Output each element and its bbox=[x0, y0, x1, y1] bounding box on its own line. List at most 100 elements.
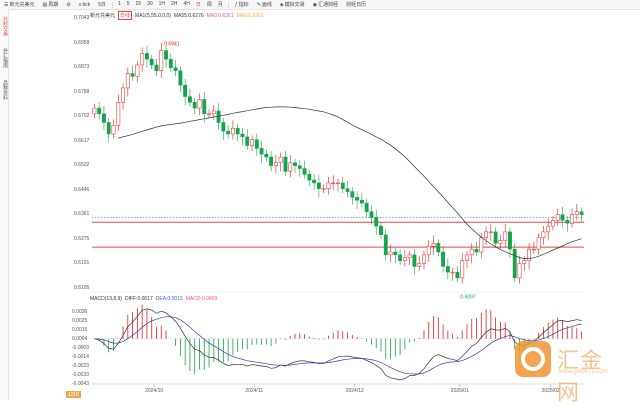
candle-body bbox=[455, 271, 460, 279]
candle-body bbox=[130, 73, 135, 77]
candle-body bbox=[264, 153, 269, 158]
candle-body bbox=[245, 136, 250, 146]
period-tab-1[interactable]: 1 bbox=[115, 1, 124, 8]
y-tick-label: 0.6446 bbox=[74, 186, 90, 193]
indicator-icon: ƒ bbox=[234, 1, 238, 8]
candle-body bbox=[522, 260, 527, 264]
period-tab-week[interactable]: 周 bbox=[204, 1, 215, 8]
candle-body bbox=[402, 257, 407, 261]
candle-body bbox=[111, 125, 116, 135]
brand-watermark: 汇金网 www.gold678.com bbox=[515, 341, 615, 406]
candle-body bbox=[551, 220, 555, 227]
candle-body bbox=[336, 182, 340, 184]
legend-title: 新元兑美元 bbox=[90, 13, 116, 19]
macd-legend-dea: DEA:0.0013 bbox=[155, 296, 183, 302]
sidebar-tab-info[interactable]: 品种资料 bbox=[0, 76, 8, 104]
chart-type-button[interactable]: ▤ 周期 bbox=[39, 1, 63, 9]
macd-y-tick-label: -0.0033 bbox=[72, 372, 89, 378]
candle-body bbox=[288, 162, 293, 172]
candle-body bbox=[527, 248, 531, 261]
trade-icon: ◈ bbox=[279, 1, 284, 8]
y-tick-label: 0.7043 bbox=[74, 15, 90, 21]
left-sidebar: 分时交易 外汇指南 品种资料 bbox=[0, 9, 9, 400]
symbol-selector[interactable]: ☰ 新元兑美元 bbox=[0, 1, 39, 9]
indicator-button[interactable]: ƒ 指标 bbox=[231, 1, 253, 9]
draw-line-button[interactable]: ✎ 画线 bbox=[253, 1, 276, 9]
candle-body bbox=[445, 266, 450, 273]
candle-body bbox=[202, 99, 207, 115]
menu-icon: ☰ bbox=[4, 1, 9, 8]
candle-body bbox=[216, 110, 221, 123]
candle-body bbox=[135, 64, 140, 77]
y-tick-label: 0.6958 bbox=[74, 39, 90, 46]
five-day-button[interactable]: 5日 bbox=[94, 1, 110, 8]
candle-body bbox=[555, 214, 560, 221]
news-icon: ◉ bbox=[312, 1, 318, 8]
candle-body bbox=[326, 182, 331, 189]
period-tab-2h[interactable]: 2H bbox=[168, 1, 180, 8]
candle-body bbox=[388, 251, 393, 256]
y-tick-label: 0.6361 bbox=[74, 211, 90, 218]
symbol-label: 新元兑美元 bbox=[9, 2, 35, 8]
candle-body bbox=[412, 254, 417, 267]
candle-body bbox=[125, 73, 130, 89]
candle-body bbox=[398, 254, 403, 261]
period-tab-day[interactable]: 日 bbox=[193, 1, 204, 8]
candle-body bbox=[307, 174, 312, 181]
five-day-label: 5日 bbox=[98, 2, 106, 8]
period-tab-5[interactable]: 5 bbox=[124, 1, 133, 8]
simulated-trading-button[interactable]: ◈ 模拟交易 bbox=[276, 1, 309, 9]
period-footer-badge[interactable]: 1日K bbox=[66, 391, 82, 398]
macd-y-tick-label: 0.0015 bbox=[72, 327, 88, 333]
y-tick-label: 0.6617 bbox=[74, 137, 90, 144]
candle-body bbox=[302, 168, 307, 175]
period-tab-30[interactable]: 30 bbox=[144, 1, 156, 8]
calendar-button[interactable]: 财经日历 bbox=[342, 1, 370, 8]
candle-body bbox=[364, 202, 369, 212]
candle-body bbox=[316, 182, 321, 189]
logo-c-icon bbox=[521, 347, 545, 371]
candle-body bbox=[192, 102, 197, 109]
period-tab-15[interactable]: 15 bbox=[133, 1, 145, 8]
logo-icon bbox=[515, 341, 551, 377]
gear-icon: ⚙ bbox=[66, 1, 71, 8]
x-tick-label: 2024/12 bbox=[345, 388, 364, 394]
sidebar-tab-guide[interactable]: 外汇指南 bbox=[0, 44, 8, 72]
period-tab-4h[interactable]: 4H bbox=[180, 1, 192, 8]
chart-type-icon: ▤ bbox=[42, 1, 48, 8]
macd-y-tick-label: -0.0014 bbox=[72, 354, 89, 360]
candle-body bbox=[579, 211, 584, 215]
simulated-trading-label: 模拟交易 bbox=[284, 2, 305, 8]
period-tab-month[interactable]: 月 bbox=[215, 1, 226, 8]
candle-body bbox=[240, 133, 245, 138]
candle-body bbox=[355, 197, 360, 201]
tick-button[interactable]: ≡ tick bbox=[75, 2, 94, 8]
candle-body bbox=[102, 113, 106, 123]
candle-body bbox=[436, 243, 441, 253]
huitong-news-button[interactable]: ◉ 汇通财经 bbox=[309, 1, 342, 9]
main-legend: 新元兑美元 日线 MA1(5,55,0,0,0) MA55:0.6276 MA0… bbox=[90, 11, 264, 20]
candle-body bbox=[422, 254, 426, 264]
sidebar-tab-intraday[interactable]: 分时交易 bbox=[0, 12, 8, 40]
indicator-label: 指标 bbox=[238, 2, 249, 8]
candle-body bbox=[154, 64, 159, 71]
toolbar-divider bbox=[111, 1, 113, 8]
candle-body bbox=[359, 199, 364, 204]
period-tabs: 1 5 15 30 1H 2H 4H 日 周 月 bbox=[115, 1, 226, 8]
candle-body bbox=[479, 237, 484, 253]
price-annotation: 0.6097 bbox=[460, 294, 476, 300]
settings-button[interactable]: ⚙ bbox=[62, 2, 74, 8]
candle-body bbox=[188, 96, 192, 103]
macd-y-tick-label: -0.0043 bbox=[72, 381, 89, 387]
candle-body bbox=[441, 251, 446, 267]
candle-body bbox=[536, 237, 541, 250]
period-tab-1h[interactable]: 1H bbox=[156, 1, 168, 8]
macd-diff-line bbox=[94, 308, 582, 381]
candle-body bbox=[140, 53, 145, 66]
y-tick-label: 0.6191 bbox=[74, 260, 90, 267]
macd-legend-title: MACD(13,8,9) bbox=[90, 296, 122, 302]
toolbar-divider bbox=[227, 1, 229, 8]
candle-body bbox=[164, 50, 168, 60]
candle-body bbox=[417, 263, 422, 267]
candle-body bbox=[331, 182, 336, 184]
